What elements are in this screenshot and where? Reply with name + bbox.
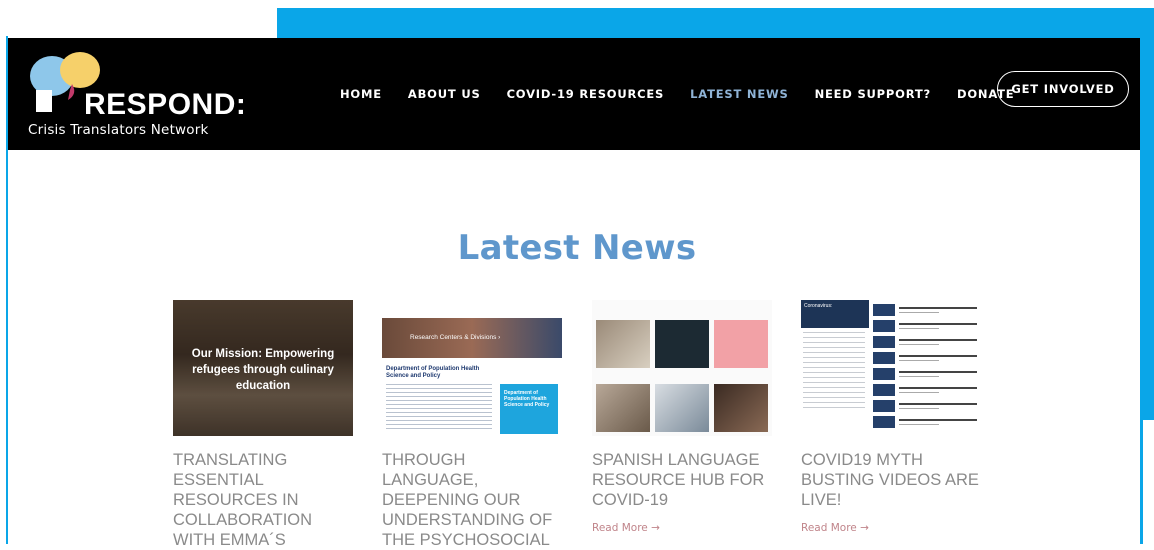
thumbnail-photo xyxy=(655,384,709,432)
thumbnail-playlist-row xyxy=(873,304,979,316)
news-card: Coronavirus: COVID19 MYTH BUSTING VIDEOS… xyxy=(801,300,981,534)
thumbnail-heading: Department of Population Health Science … xyxy=(386,366,480,379)
thumbnail-playlist-row xyxy=(873,320,979,332)
nav-latest-news[interactable]: LATEST NEWS xyxy=(690,87,788,101)
get-involved-button[interactable]: GET INVOLVED xyxy=(997,71,1129,107)
news-card: Research Centers & Divisions › Departmen… xyxy=(382,300,562,550)
thumbnail-caption: Our Mission: Empowering refugees through… xyxy=(191,348,335,392)
thumbnail-playlist-row xyxy=(873,352,979,364)
news-card-thumbnail[interactable]: Our Mission: Empowering refugees through… xyxy=(173,300,353,436)
thumbnail-photo xyxy=(714,384,768,432)
news-card-thumbnail[interactable] xyxy=(592,300,772,436)
thumbnail-photo xyxy=(714,320,768,368)
thumbnail-text-lines xyxy=(386,384,492,432)
thumbnail-photo xyxy=(655,320,709,368)
brand-name: RESPOND: xyxy=(84,88,247,121)
thumbnail-photo xyxy=(596,320,650,368)
read-more-link[interactable]: Read More → xyxy=(592,522,772,534)
news-card-title[interactable]: SPANISH LANGUAGE RESOURCE HUB FOR COVID-… xyxy=(592,450,772,510)
nav-about-us[interactable]: ABOUT US xyxy=(408,87,481,101)
decorative-frame-right-line xyxy=(1140,420,1143,544)
site-header: RESPOND: Crisis Translators Network HOME… xyxy=(8,38,1140,150)
nav-covid-resources[interactable]: COVID-19 RESOURCES xyxy=(507,87,665,101)
news-card: Our Mission: Empowering refugees through… xyxy=(173,300,353,550)
brand-tagline: Crisis Translators Network xyxy=(28,122,209,138)
news-card: SPANISH LANGUAGE RESOURCE HUB FOR COVID-… xyxy=(592,300,772,534)
thumbnail-sidebox-text: Department of Population Health Science … xyxy=(504,390,550,408)
thumbnail-description-lines xyxy=(803,332,865,412)
decorative-frame-top xyxy=(277,8,1144,38)
read-more-link[interactable]: Read More → xyxy=(801,522,981,534)
nav-need-support[interactable]: NEED SUPPORT? xyxy=(815,87,931,101)
site-logo[interactable]: RESPOND: Crisis Translators Network xyxy=(28,50,248,142)
thumbnail-banner-text: Research Centers & Divisions › xyxy=(410,334,501,341)
main-nav: HOME ABOUT US COVID-19 RESOURCES LATEST … xyxy=(340,38,1040,150)
news-card-title[interactable]: THROUGH LANGUAGE, DEEPENING OUR UNDERSTA… xyxy=(382,450,562,550)
thumbnail-playlist-row xyxy=(873,400,979,412)
news-card-thumbnail[interactable]: Research Centers & Divisions › Departmen… xyxy=(382,300,562,436)
decorative-frame-right xyxy=(1140,8,1154,420)
thumbnail-playlist-row xyxy=(873,336,979,348)
news-card-thumbnail[interactable]: Coronavirus: xyxy=(801,300,981,436)
thumbnail-playlist-row xyxy=(873,368,979,380)
page-title: Latest News xyxy=(457,228,697,268)
thumbnail-playlist-row xyxy=(873,416,979,428)
thumbnail-video-title: Coronavirus: xyxy=(804,303,833,309)
news-card-title[interactable]: COVID19 MYTH BUSTING VIDEOS ARE LIVE! xyxy=(801,450,981,510)
news-card-title[interactable]: TRANSLATING ESSENTIAL RESOURCES IN COLLA… xyxy=(173,450,353,550)
thumbnail-photo xyxy=(596,384,650,432)
thumbnail-playlist-row xyxy=(873,384,979,396)
nav-home[interactable]: HOME xyxy=(340,87,382,101)
